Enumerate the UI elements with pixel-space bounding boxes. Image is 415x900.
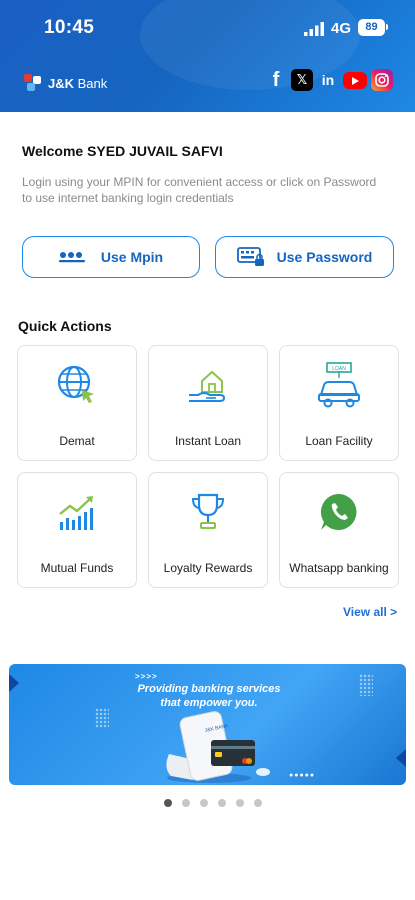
trophy-icon (191, 493, 225, 529)
bank-logo-icon (24, 74, 41, 91)
network-type: 4G (331, 20, 352, 37)
quick-actions-title: Quick Actions (18, 318, 112, 334)
brand-name-suffix: Bank (77, 75, 108, 91)
x-icon[interactable]: 𝕏 (291, 69, 313, 91)
banner-arrows: >>>> (135, 672, 158, 681)
banner-headline-line2: that empower you. (160, 697, 258, 709)
quick-action-mutual-funds[interactable]: Mutual Funds (17, 472, 137, 588)
battery-tip (386, 24, 388, 30)
quick-action-instant-loan[interactable]: Instant Loan (148, 345, 268, 461)
whatsapp-icon (320, 493, 357, 530)
battery-icon: 89 (358, 19, 385, 36)
view-all-link[interactable]: View all > (343, 605, 397, 619)
hand-house-icon (189, 370, 226, 402)
quick-action-label: Mutual Funds (40, 561, 114, 575)
banner-dot-grid (95, 708, 109, 728)
pager-dot-4[interactable] (218, 799, 226, 807)
pager-dot-3[interactable] (200, 799, 208, 807)
camera-icon (375, 73, 389, 87)
banner-dot-grid (359, 674, 373, 696)
use-password-button[interactable]: Use Password (215, 236, 394, 278)
status-time: 10:45 (44, 17, 95, 38)
banner-dots: ●●●●● (289, 772, 316, 779)
quick-action-demat[interactable]: Demat (17, 345, 137, 461)
brand: J&K Bank (22, 70, 107, 96)
pager-dot-6[interactable] (254, 799, 262, 807)
signal-icon (304, 22, 324, 36)
status-bar: 10:45 4G 89 (0, 0, 415, 56)
welcome-text: Welcome SYED JUVAIL SAFVI (22, 143, 223, 159)
pager-dot-1[interactable] (164, 799, 172, 807)
banner-pager (164, 799, 262, 807)
banner-headline: Providing banking services that empower … (69, 682, 349, 710)
instagram-icon[interactable] (371, 69, 393, 91)
globe-cursor-icon (57, 365, 94, 403)
brand-name-primary: J&K (48, 75, 75, 91)
quick-action-loan-facility[interactable]: LOAN Loan Facility (279, 345, 399, 461)
quick-action-label: Loyalty Rewards (163, 561, 253, 575)
growth-chart-icon (59, 496, 93, 530)
quick-action-label: Demat (59, 434, 95, 448)
use-mpin-button[interactable]: Use Mpin (22, 236, 200, 278)
pager-dot-2[interactable] (182, 799, 190, 807)
linkedin-icon[interactable]: in (317, 69, 339, 91)
use-password-label: Use Password (276, 249, 373, 265)
quick-action-loyalty-rewards[interactable]: Loyalty Rewards (148, 472, 268, 588)
login-instructions: Login using your MPIN for convenient acc… (22, 175, 377, 205)
play-icon (352, 76, 359, 85)
quick-action-whatsapp-banking[interactable]: Whatsapp banking (279, 472, 399, 588)
facebook-icon[interactable]: f (265, 69, 287, 91)
social-links: f 𝕏 in (265, 69, 393, 91)
banner-decoration (9, 674, 19, 692)
quick-action-label: Instant Loan (174, 434, 242, 448)
banner-headline-line1: Providing banking services (137, 683, 281, 695)
youtube-icon[interactable] (343, 72, 367, 89)
car-loan-icon: LOAN (318, 362, 360, 408)
quick-action-label: Loan Facility (305, 434, 373, 448)
pager-dot-5[interactable] (236, 799, 244, 807)
phone-card-illustration: J&K BANK (166, 711, 270, 783)
mpin-dots-icon (58, 252, 85, 263)
quick-action-label: Whatsapp banking (289, 561, 389, 575)
app-header: 10:45 4G 89 J&K Bank f 𝕏 in (0, 0, 415, 112)
promo-banner[interactable]: >>>> Providing banking services that emp… (9, 664, 406, 785)
keyboard-lock-icon (236, 247, 264, 266)
brand-name: J&K Bank (48, 76, 107, 91)
svg-text:LOAN: LOAN (332, 366, 346, 372)
use-mpin-label: Use Mpin (100, 249, 164, 265)
banner-decoration (396, 749, 406, 767)
